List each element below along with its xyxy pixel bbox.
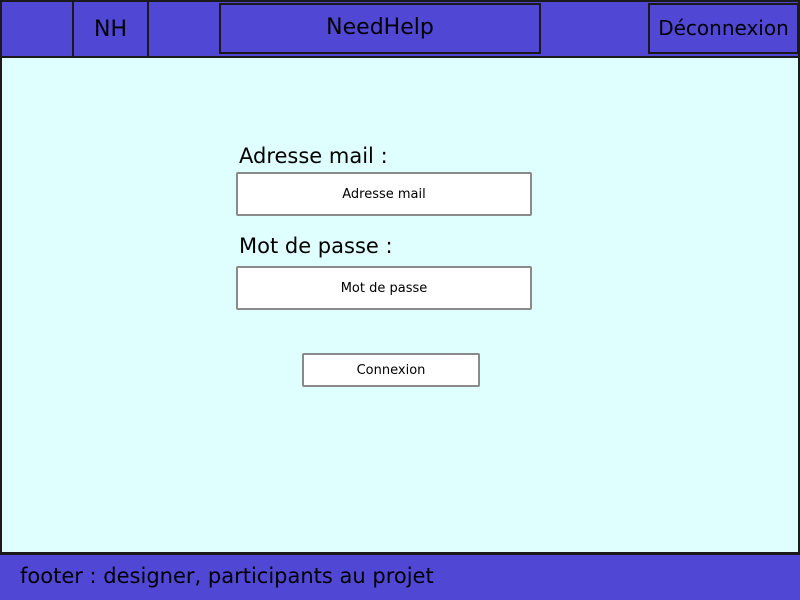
logout-button[interactable]: Déconnexion — [648, 3, 799, 54]
password-label: Mot de passe : — [239, 234, 393, 258]
footer-text: footer : designer, participants au proje… — [20, 564, 434, 588]
email-label: Adresse mail : — [239, 144, 388, 168]
email-input[interactable] — [236, 172, 532, 216]
main-content: Adresse mail : Mot de passe : Connexion — [0, 58, 800, 552]
page: NH NeedHelp Déconnexion Adresse mail : M… — [0, 0, 800, 600]
password-input[interactable] — [236, 266, 532, 310]
login-button[interactable]: Connexion — [302, 353, 480, 387]
site-title: NeedHelp — [219, 3, 541, 54]
header-bar: NH NeedHelp Déconnexion — [0, 0, 800, 58]
logo[interactable]: NH — [72, 0, 149, 58]
footer: footer : designer, participants au proje… — [0, 552, 800, 600]
